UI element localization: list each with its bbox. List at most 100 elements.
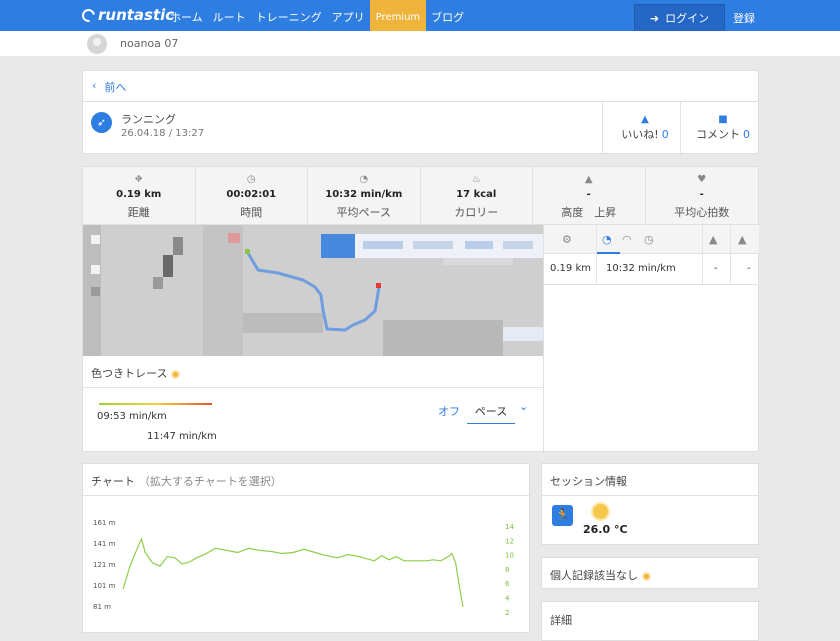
chart-title-label: チャート xyxy=(91,475,135,488)
records-title: 個人記録該当なし xyxy=(550,567,651,583)
pace-gradient-bar xyxy=(99,403,212,405)
premium-badge-icon xyxy=(642,571,651,581)
stats-panel: ⛖ 0.19 km 距離 ◷ 00:02:01 時間 ◔ 10:32 min/k… xyxy=(82,166,759,453)
register-link[interactable]: 登録 xyxy=(733,10,755,26)
stat-elevation: ▲ - 高度 上昇 xyxy=(533,167,646,225)
details-card: 詳細 xyxy=(541,601,759,641)
login-button[interactable]: ➜ ログイン xyxy=(634,4,725,31)
y-right-tick-label: 8 xyxy=(505,566,509,574)
color-trace-label: 色つきトレース xyxy=(91,367,168,380)
main-menu: ホーム ルート トレーニング アプリ Premium ブログ xyxy=(165,0,469,31)
back-row: ‹ 前へ xyxy=(82,70,759,101)
pace-icon: ◔ xyxy=(359,174,369,185)
split-elevation-down: - xyxy=(747,263,751,274)
stat-label: 時間 xyxy=(240,206,263,219)
split-distance: 0.19 km xyxy=(550,263,591,274)
like-count: 0 xyxy=(661,128,669,141)
records-label: 個人記録該当なし xyxy=(550,569,638,582)
nav-apps[interactable]: アプリ xyxy=(327,0,370,31)
comment-icon: ■ xyxy=(718,114,728,125)
y-right-tick-label: 10 xyxy=(505,552,514,560)
stat-label: 平均心拍数 xyxy=(674,206,730,219)
road-icon: ⛖ xyxy=(134,174,143,185)
legend-slow-pace: 11:47 min/km xyxy=(147,431,217,442)
elevation-up-icon: ▲ xyxy=(709,233,718,246)
runner-icon: 🏃 xyxy=(552,505,573,526)
y-left-tick-label: 121 m xyxy=(93,561,116,569)
stat-value: - xyxy=(699,189,704,200)
nav-routes[interactable]: ルート xyxy=(208,0,251,31)
stat-label: 高度 上昇 xyxy=(561,206,617,219)
avatar[interactable] xyxy=(87,34,107,54)
back-link[interactable]: ‹ 前へ xyxy=(92,79,126,95)
brand-logo[interactable]: runtastic xyxy=(79,5,175,25)
stat-label: 距離 xyxy=(127,206,150,219)
stat-value: - xyxy=(586,189,591,200)
running-icon: ➶ xyxy=(91,112,112,133)
activity-header: ➶ ランニング 26.04.18 / 13:27 ▲ いいね! 0 ■ コメント 0 xyxy=(82,101,759,155)
comment-count: 0 xyxy=(743,128,750,141)
nav-training[interactable]: トレーニング xyxy=(251,0,327,31)
stat-distance: ⛖ 0.19 km 距離 xyxy=(83,167,196,225)
comment-button[interactable]: ■ コメント 0 xyxy=(693,114,753,142)
flame-icon: ♨ xyxy=(471,174,481,185)
chart-subtitle: （拡大するチャートを選択） xyxy=(138,475,282,488)
elevation-down-icon: ▲ xyxy=(738,233,747,246)
split-table-header: ⚙ ◔ ◠ ◷ ▲ ▲ xyxy=(544,225,759,254)
premium-badge-icon xyxy=(171,369,181,379)
elevation-chart[interactable]: 161 m 141 m 121 m 101 m 81 m 14 12 10 8 6 4 2 xyxy=(83,496,529,632)
nav-premium[interactable]: Premium xyxy=(369,0,427,31)
records-card: 個人記録該当なし xyxy=(541,557,759,589)
legend-fast-pace: 09:53 min/km xyxy=(97,411,167,422)
username[interactable]: noanoa 07 xyxy=(120,37,178,50)
details-title: 詳細 xyxy=(550,614,572,627)
divider xyxy=(602,102,603,155)
top-navigation: runtastic ホーム ルート トレーニング アプリ Premium ブログ… xyxy=(0,0,840,31)
y-left-tick-label: 141 m xyxy=(93,540,116,548)
y-right-tick-label: 6 xyxy=(505,580,510,588)
brand-name: runtastic xyxy=(98,6,175,24)
pace-tab-icon[interactable]: ◔ xyxy=(602,233,612,246)
route-map[interactable] xyxy=(83,225,543,356)
like-label: いいね! xyxy=(621,128,659,141)
elevation-icon: ▲ xyxy=(584,174,593,185)
trace-mode-select[interactable]: ペース xyxy=(467,397,515,424)
chevron-left-icon: ‹ xyxy=(92,79,97,92)
stat-label: 平均ペース xyxy=(336,206,391,219)
table-row: 0.19 km 10:32 min/km - - xyxy=(544,254,759,285)
stat-duration: ◷ 00:02:01 時間 xyxy=(196,167,308,225)
heart-icon: ♥ xyxy=(697,174,707,185)
temperature: 26.0 °C xyxy=(583,523,628,536)
chevron-down-icon[interactable]: ⌄ xyxy=(519,400,528,413)
divider xyxy=(542,495,758,496)
time-tab-icon[interactable]: ◷ xyxy=(644,233,654,246)
color-trace-header: 色つきトレース xyxy=(83,356,543,388)
login-icon: ➜ xyxy=(649,11,660,25)
summary-stats: ⛖ 0.19 km 距離 ◷ 00:02:01 時間 ◔ 10:32 min/k… xyxy=(83,167,758,225)
stat-value: 17 kcal xyxy=(456,189,497,200)
activity-type: ランニング xyxy=(121,113,176,126)
like-button[interactable]: ▲ いいね! 0 xyxy=(619,114,671,142)
stat-pace: ◔ 10:32 min/km 平均ペース xyxy=(308,167,421,225)
y-right-tick-label: 4 xyxy=(505,595,510,603)
back-label: 前へ xyxy=(104,81,127,94)
comment-label: コメント xyxy=(696,128,740,141)
chart-title: チャート （拡大するチャートを選択） xyxy=(91,473,282,489)
stat-value: 0.19 km xyxy=(116,189,162,200)
stat-value: 10:32 min/km xyxy=(325,189,403,200)
y-left-tick-label: 81 m xyxy=(93,603,111,611)
login-label: ログイン xyxy=(665,12,710,25)
speed-tab-icon[interactable]: ◠ xyxy=(622,233,632,246)
trace-off-option[interactable]: オフ xyxy=(438,403,460,419)
activity-date: 26.04.18 / 13:27 xyxy=(121,128,205,139)
nav-home[interactable]: ホーム xyxy=(165,0,208,31)
clock-icon: ◷ xyxy=(246,174,256,185)
stat-value: 00:02:01 xyxy=(226,189,277,200)
runtastic-logo-icon xyxy=(79,5,98,25)
stat-label: カロリー xyxy=(454,206,499,219)
y-left-tick-label: 161 m xyxy=(93,519,116,527)
nav-blog[interactable]: ブログ xyxy=(426,0,469,31)
color-trace-title: 色つきトレース xyxy=(91,365,181,381)
user-bar: noanoa 07 xyxy=(0,31,840,56)
gear-icon[interactable]: ⚙ xyxy=(562,233,572,246)
